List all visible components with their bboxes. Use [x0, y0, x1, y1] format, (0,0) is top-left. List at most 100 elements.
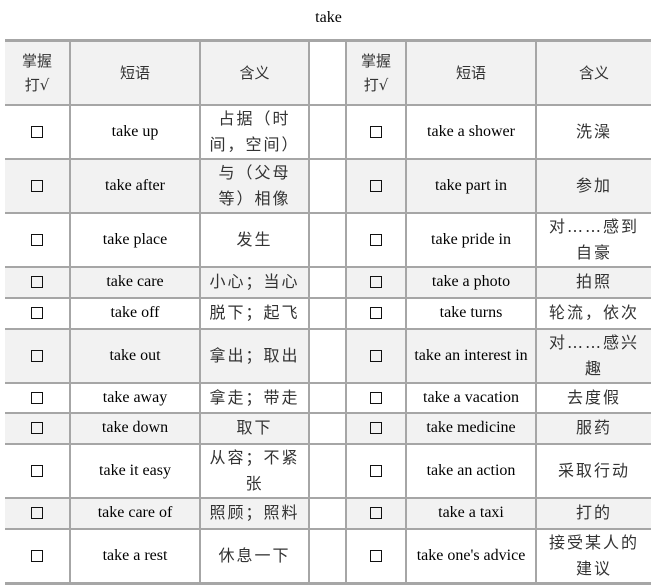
meaning-cell: 占据（时间，空间） — [199, 103, 310, 160]
phrase-cell: take place — [69, 211, 201, 268]
mastered-cell — [5, 442, 71, 499]
mastered-cell — [345, 296, 407, 330]
meaning-cell: 发生 — [199, 211, 310, 268]
mastered-checkbox[interactable] — [370, 507, 382, 520]
table-row: take out 拿出；取出 take an interest in 对……感兴趣 — [5, 327, 651, 384]
mastered-cell — [345, 327, 407, 384]
phrase-cell: take medicine — [405, 411, 537, 445]
column-spacer — [308, 103, 347, 160]
column-spacer — [308, 327, 347, 384]
mastered-cell — [345, 442, 407, 499]
mastered-checkbox[interactable] — [31, 125, 43, 138]
mastered-cell — [345, 527, 407, 585]
header-meaning-left: 含义 — [199, 39, 310, 106]
mastered-checkbox[interactable] — [370, 349, 382, 362]
mastered-checkbox[interactable] — [31, 307, 43, 320]
mastered-checkbox[interactable] — [31, 549, 43, 562]
phrase-cell: take pride in — [405, 211, 537, 268]
phrase-cell: take down — [69, 411, 201, 445]
header-mastered-right: 掌握打√ — [345, 39, 407, 106]
mastered-cell — [5, 381, 71, 414]
meaning-cell: 接受某人的建议 — [535, 527, 651, 585]
phrase-cell: take an action — [405, 442, 537, 499]
meaning-cell: 小心；当心 — [199, 265, 310, 299]
column-spacer — [308, 39, 347, 106]
mastered-checkbox[interactable] — [370, 391, 382, 404]
mastered-checkbox[interactable] — [31, 179, 43, 192]
meaning-cell: 洗澡 — [535, 103, 651, 160]
mastered-cell — [345, 211, 407, 268]
meaning-cell: 与（父母等）相像 — [199, 157, 310, 214]
phrase-cell: take part in — [405, 157, 537, 214]
mastered-checkbox[interactable] — [370, 179, 382, 192]
meaning-cell: 取下 — [199, 411, 310, 445]
mastered-checkbox[interactable] — [370, 464, 382, 477]
column-spacer — [308, 527, 347, 585]
phrase-cell: take it easy — [69, 442, 201, 499]
meaning-cell: 照顾；照料 — [199, 496, 310, 530]
header-row: 掌握打√ 短语 含义 掌握打√ 短语 含义 — [5, 39, 651, 106]
meaning-cell: 对……感到自豪 — [535, 211, 651, 268]
mastered-checkbox[interactable] — [31, 391, 43, 404]
mastered-checkbox[interactable] — [31, 464, 43, 477]
phrase-cell: take after — [69, 157, 201, 214]
mastered-checkbox[interactable] — [370, 125, 382, 138]
phrase-cell: take one's advice — [405, 527, 537, 585]
meaning-cell: 休息一下 — [199, 527, 310, 585]
mastered-cell — [5, 103, 71, 160]
phrase-cell: take away — [69, 381, 201, 414]
mastered-checkbox[interactable] — [370, 549, 382, 562]
meaning-cell: 轮流，依次 — [535, 296, 651, 330]
phrase-cell: take a rest — [69, 527, 201, 585]
phrase-cell: take up — [69, 103, 201, 160]
meaning-cell: 拿走；带走 — [199, 381, 310, 414]
mastered-cell — [345, 411, 407, 445]
column-spacer — [308, 411, 347, 445]
table-row: take care of 照顾；照料 take a taxi 打的 — [5, 496, 651, 530]
header-meaning-right: 含义 — [535, 39, 651, 106]
mastered-checkbox[interactable] — [370, 233, 382, 246]
mastered-checkbox[interactable] — [31, 276, 43, 289]
table-row: take down 取下 take medicine 服药 — [5, 411, 651, 445]
column-spacer — [308, 442, 347, 499]
phrase-cell: take an interest in — [405, 327, 537, 384]
mastered-checkbox[interactable] — [31, 349, 43, 362]
mastered-checkbox[interactable] — [370, 276, 382, 289]
meaning-cell: 去度假 — [535, 381, 651, 414]
mastered-cell — [345, 157, 407, 214]
header-mastered-left: 掌握打√ — [5, 39, 71, 106]
mastered-cell — [5, 527, 71, 585]
column-spacer — [308, 496, 347, 530]
table-row: take a rest 休息一下 take one's advice 接受某人的建议 — [5, 527, 651, 585]
mastered-checkbox[interactable] — [370, 422, 382, 435]
phrase-cell: take turns — [405, 296, 537, 330]
table-row: take after 与（父母等）相像 take part in 参加 — [5, 157, 651, 214]
table-row: take up 占据（时间，空间） take a shower 洗澡 — [5, 103, 651, 160]
header-phrase-left: 短语 — [69, 39, 201, 106]
table-row: take away 拿走；带走 take a vacation 去度假 — [5, 381, 651, 414]
column-spacer — [308, 381, 347, 414]
meaning-cell: 拍照 — [535, 265, 651, 299]
phrase-cell: take a photo — [405, 265, 537, 299]
meaning-cell: 打的 — [535, 496, 651, 530]
phrase-cell: take a vacation — [405, 381, 537, 414]
column-spacer — [308, 157, 347, 214]
phrase-cell: take a shower — [405, 103, 537, 160]
mastered-cell — [5, 411, 71, 445]
meaning-cell: 采取行动 — [535, 442, 651, 499]
phrase-cell: take out — [69, 327, 201, 384]
mastered-checkbox[interactable] — [370, 307, 382, 320]
phrase-table: 掌握打√ 短语 含义 掌握打√ 短语 含义 take up 占据（时间，空间） ta… — [5, 39, 651, 585]
mastered-checkbox[interactable] — [31, 422, 43, 435]
mastered-cell — [5, 157, 71, 214]
mastered-checkbox[interactable] — [31, 507, 43, 520]
mastered-cell — [345, 496, 407, 530]
mastered-checkbox[interactable] — [31, 233, 43, 246]
table-row: take place 发生 take pride in 对……感到自豪 — [5, 211, 651, 268]
meaning-cell: 脱下；起飞 — [199, 296, 310, 330]
mastered-cell — [5, 296, 71, 330]
mastered-cell — [5, 211, 71, 268]
meaning-cell: 拿出；取出 — [199, 327, 310, 384]
mastered-cell — [345, 103, 407, 160]
phrase-cell: take off — [69, 296, 201, 330]
